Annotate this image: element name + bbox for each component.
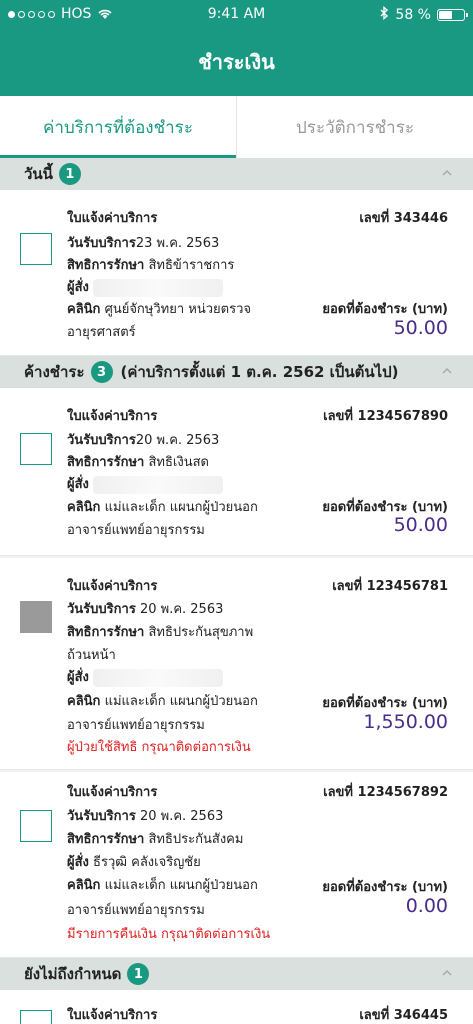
clinic-value: แม่และเด็ก แผนกผู้ป่วยนอก [104,878,258,893]
invoice-label: ใบแจ้งค่าบริการ [67,579,158,594]
service-date-label: วันรับบริการ [67,236,136,251]
bluetooth-icon [379,6,389,24]
service-date-value: 20 พ.ค. 2563 [135,809,224,824]
tab-bar: ค่าบริการที่ต้องชำระ ประวัติการชำระ [0,96,473,158]
app-header: HOS 9:41 AM 58 % ชำระเงิน [0,0,473,96]
service-date-value: 23 พ.ค. 2563 [135,236,220,251]
invoice-card: ใบแจ้งค่าบริการ เลขที่ 1234567892 วันรับ… [0,772,473,958]
orderer-redacted [92,475,223,494]
invoice-number: เลขที่ 123456781 [332,579,448,594]
tab-outstanding[interactable]: ค่าบริการที่ต้องชำระ [0,96,236,158]
warning-text: ผู้ป่วยใช้สิทธิ กรุณาติดต่อการเงิน [67,740,251,755]
section-title: ยังไม่ถึงกำหนด [24,965,122,983]
invoice-card: ใบแจ้งค่าบริการ เลขที่ 346445 [0,990,473,1024]
rights-value: สิทธิข้าราชการ [148,258,235,273]
count-badge: 1 [127,963,150,985]
rights-label: สิทธิการรักษา [67,455,145,470]
chevron-up-icon[interactable] [441,365,453,377]
service-date-label: วันรับบริการ [67,433,136,448]
amount-due-value: 0.00 [405,895,448,917]
amount-due-label: ยอดที่ต้องชำระ (บาท) [322,696,448,711]
section-header-today[interactable]: วันนี้ 1 [0,158,473,190]
select-checkbox[interactable] [20,1010,52,1024]
clinic-value-line2: อาจารย์แพทย์อายุรกรรม [67,523,205,538]
select-checkbox-disabled [20,601,52,633]
clinic-label: คลินิก [67,878,101,893]
invoice-number: เลขที่ 1234567890 [323,409,448,424]
service-date-value: 20 พ.ค. 2563 [135,602,224,617]
rights-value: สิทธิประกันสังคม [148,832,244,847]
invoice-number: เลขที่ 1234567892 [323,785,448,800]
section-title: ค้างชำระ [24,363,85,381]
rights-value: สิทธิประกันสุขภาพ [148,625,254,640]
invoice-card: ใบแจ้งค่าบริการ เลขที่ 1234567890 วันรับ… [0,388,473,556]
invoice-number: เลขที่ 346445 [359,1008,448,1023]
orderer-label: ผู้สั่ง [67,855,89,870]
service-date-label: วันรับบริการ [67,809,136,824]
invoice-label: ใบแจ้งค่าบริการ [67,409,158,424]
chevron-up-icon[interactable] [441,167,453,179]
amount-due-value: 50.00 [393,514,448,536]
orderer-redacted [92,278,223,297]
clinic-value-line2: อาจารย์แพทย์อายุรกรรม [67,903,205,918]
orderer-value: ธีรวุฒิ คลังเจริญชัย [93,855,201,870]
amount-due-label: ยอดที่ต้องชำระ (บาท) [322,880,448,895]
invoice-card: ใบแจ้งค่าบริการ เลขที่ 343446 วันรับบริก… [0,190,473,356]
section-title: วันนี้ [24,165,53,183]
section-header-upcoming[interactable]: ยังไม่ถึงกำหนด 1 [0,958,473,990]
select-checkbox[interactable] [20,233,52,265]
clinic-value-line2: อาจารย์แพทย์อายุรกรรม [67,718,205,733]
invoice-card: ใบแจ้งค่าบริการ เลขที่ 123456781 วันรับบ… [0,558,473,770]
invoice-label: ใบแจ้งค่าบริการ [67,211,158,226]
rights-value: สิทธิเงินสด [148,455,209,470]
service-date-value: 20 พ.ค. 2563 [135,433,220,448]
clinic-value: ศูนย์จักษุวิทยา หน่วยตรวจ [104,302,252,317]
select-checkbox[interactable] [20,810,52,842]
page-title: ชำระเงิน [198,50,275,74]
clinic-label: คลินิก [67,694,101,709]
count-badge: 3 [90,361,113,383]
clinic-value-line2: อายุรศาสตร์ [67,325,136,340]
battery-icon [437,9,468,21]
warning-text: มีรายการคืนเงิน กรุณาติดต่อการเงิน [67,927,271,942]
invoice-label: ใบแจ้งค่าบริการ [67,1008,158,1023]
count-badge: 1 [58,163,81,185]
clinic-value: แม่และเด็ก แผนกผู้ป่วยนอก [104,694,258,709]
rights-value-line2: ถ้วนหน้า [67,648,116,663]
section-note: (ค่าบริการตั้งแต่ 1 ต.ค. 2562 เป็นต้นไป) [120,363,399,381]
clinic-value: แม่และเด็ก แผนกผู้ป่วยนอก [104,500,258,515]
section-header-overdue[interactable]: ค้างชำระ 3 (ค่าบริการตั้งแต่ 1 ต.ค. 2562… [0,356,473,388]
tab-history[interactable]: ประวัติการชำระ [236,96,473,158]
rights-label: สิทธิการรักษา [67,258,145,273]
amount-due-label: ยอดที่ต้องชำระ (บาท) [322,302,448,317]
orderer-redacted [92,668,223,687]
amount-due-value: 50.00 [393,317,448,339]
clinic-label: คลินิก [67,302,101,317]
chevron-up-icon[interactable] [441,967,453,979]
rights-label: สิทธิการรักษา [67,832,145,847]
status-bar: HOS 9:41 AM 58 % [0,0,473,28]
amount-due-value: 1,550.00 [363,711,448,733]
service-date-label: วันรับบริการ [67,602,136,617]
invoice-label: ใบแจ้งค่าบริการ [67,785,158,800]
orderer-label: ผู้สั่ง [67,280,89,295]
orderer-label: ผู้สั่ง [67,670,89,685]
orderer-label: ผู้สั่ง [67,477,89,492]
select-checkbox[interactable] [20,433,52,465]
rights-label: สิทธิการรักษา [67,625,145,640]
battery-percent: 58 % [395,7,431,23]
invoice-number: เลขที่ 343446 [359,211,448,226]
clinic-label: คลินิก [67,500,101,515]
